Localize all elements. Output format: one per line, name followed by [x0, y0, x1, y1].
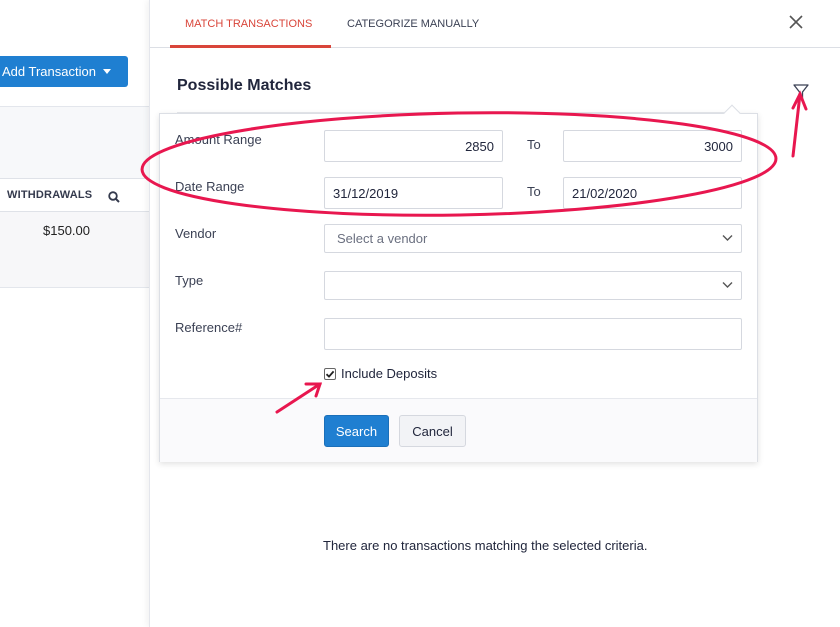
date-from-input[interactable]: 31/12/2019: [324, 177, 503, 209]
page-title: Possible Matches: [177, 77, 312, 94]
type-label: Type: [175, 273, 204, 288]
checkmark-icon: [325, 370, 335, 378]
reference-input[interactable]: [324, 318, 742, 350]
include-deposits-label: Include Deposits: [341, 366, 438, 381]
tab-match-transactions[interactable]: MATCH TRANSACTIONS: [185, 0, 312, 48]
amount-to-value: 3000: [704, 138, 733, 154]
amount-from-value: 2850: [465, 138, 494, 154]
add-transaction-label: Add Transaction: [2, 64, 96, 79]
vendor-label: Vendor: [175, 226, 217, 241]
withdrawals-column-header: WITHDRAWALS: [0, 178, 149, 212]
vendor-select[interactable]: Select a vendor: [324, 224, 742, 253]
date-to-input[interactable]: 21/02/2020: [563, 177, 742, 209]
cancel-button[interactable]: Cancel: [399, 415, 466, 447]
amount-from-input[interactable]: 2850: [324, 130, 503, 162]
filter-icon[interactable]: [792, 83, 810, 101]
filter-popover: Amount Range 2850 To 3000 Date Range 31/…: [159, 104, 758, 462]
caret-down-icon: [102, 69, 111, 74]
transactions-panel: Add Transaction WITHDRAWALS $150.00: [0, 0, 149, 627]
date-from-value: 31/12/2019: [333, 185, 399, 201]
to-label: To: [527, 137, 541, 152]
search-button[interactable]: Search: [324, 415, 389, 447]
empty-state-message: There are no transactions matching the s…: [323, 538, 648, 553]
chevron-down-icon: [722, 235, 733, 241]
date-to-value: 21/02/2020: [572, 185, 638, 201]
withdrawals-header-label: WITHDRAWALS: [7, 189, 93, 201]
include-deposits-checkbox[interactable]: [324, 367, 336, 380]
withdrawal-amount: $150.00: [43, 223, 90, 238]
popover-footer: Search Cancel: [160, 398, 757, 462]
search-icon[interactable]: [108, 191, 120, 203]
amount-range-label: Amount Range: [175, 132, 262, 147]
panel-strip: [0, 107, 149, 178]
type-select[interactable]: [324, 271, 742, 300]
vendor-placeholder: Select a vendor: [337, 231, 428, 246]
amount-to-input[interactable]: 3000: [563, 130, 742, 162]
reference-label: Reference#: [175, 320, 243, 335]
chevron-down-icon: [722, 282, 733, 288]
table-row[interactable]: $150.00: [0, 212, 149, 288]
tab-bar: MATCH TRANSACTIONS CATEGORIZE MANUALLY: [150, 0, 840, 48]
active-tab-indicator: [170, 45, 331, 48]
add-transaction-button[interactable]: Add Transaction: [0, 56, 128, 87]
to-label: To: [527, 184, 541, 199]
close-icon[interactable]: [787, 13, 805, 31]
include-deposits-option[interactable]: Include Deposits: [324, 366, 437, 381]
date-range-label: Date Range: [175, 179, 245, 194]
tab-categorize-manually[interactable]: CATEGORIZE MANUALLY: [347, 0, 479, 48]
